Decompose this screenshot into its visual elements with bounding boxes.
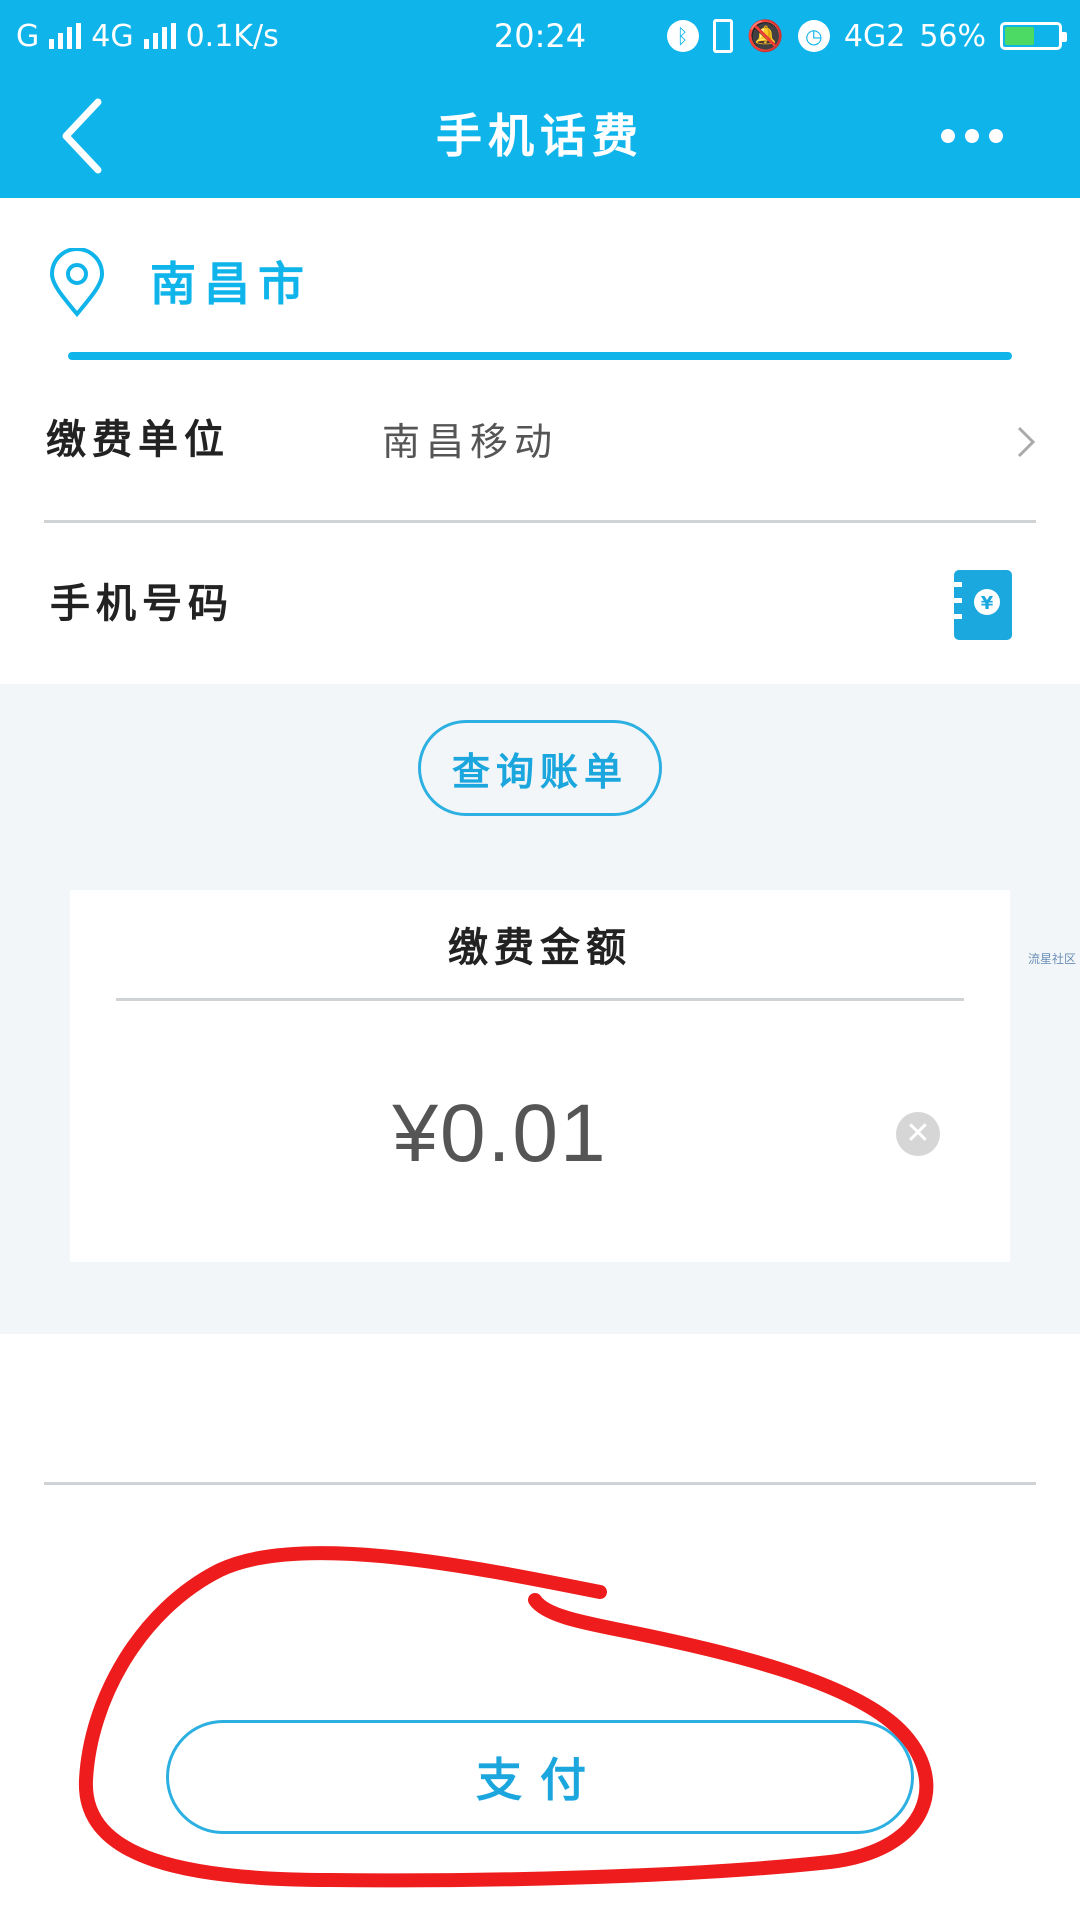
battery-percent: 56% bbox=[919, 18, 986, 54]
carrier2-label: 4G bbox=[91, 18, 134, 54]
carrier1-label: G bbox=[16, 18, 40, 54]
more-dots-icon[interactable] bbox=[932, 118, 1012, 154]
red-annotation-circle bbox=[78, 1546, 934, 1888]
status-bar-right: ᛒ 🔕 ◷ 4G2 56% bbox=[666, 12, 1067, 60]
back-button[interactable] bbox=[54, 96, 114, 176]
query-bill-button[interactable]: 查询账单 bbox=[418, 720, 662, 816]
row-divider bbox=[44, 520, 1036, 523]
city-name[interactable]: 南昌市 bbox=[150, 252, 312, 316]
payment-unit-label: 缴费单位 bbox=[46, 417, 230, 463]
phone-number-input[interactable] bbox=[382, 572, 922, 636]
phone-status-icon bbox=[712, 19, 733, 53]
payment-unit-value[interactable]: 南昌移动 bbox=[382, 412, 558, 472]
city-underline bbox=[68, 352, 1012, 360]
signal-icon bbox=[143, 23, 176, 49]
battery-icon bbox=[1000, 22, 1067, 50]
mute-bell-icon: 🔕 bbox=[746, 18, 784, 54]
contacts-book-icon[interactable]: ¥ bbox=[952, 568, 1014, 642]
watermark: 流星社区 bbox=[1028, 952, 1077, 966]
network-type: 4G2 bbox=[843, 18, 906, 54]
amount-divider bbox=[116, 998, 964, 1001]
location-pin-icon bbox=[49, 248, 105, 318]
chevron-right-icon[interactable] bbox=[1014, 424, 1038, 460]
alarm-icon: ◷ bbox=[797, 20, 830, 52]
phone-number-label: 手机号码 bbox=[50, 581, 234, 627]
network-speed: 0.1K/s bbox=[185, 18, 279, 54]
battery-fill bbox=[1005, 27, 1034, 45]
amount-title: 缴费金额 bbox=[448, 925, 632, 971]
bluetooth-icon: ᛒ bbox=[666, 20, 699, 52]
svg-text:¥: ¥ bbox=[981, 593, 994, 614]
bottom-divider bbox=[44, 1482, 1036, 1485]
status-time: 20:24 bbox=[493, 17, 587, 55]
clear-icon[interactable]: ✕ bbox=[896, 1112, 940, 1156]
amount-card: 缴费金额 ¥0.01 ✕ bbox=[70, 890, 1010, 1262]
amount-input[interactable]: ¥0.01 bbox=[70, 1084, 930, 1184]
back-arrow-icon bbox=[62, 98, 102, 174]
signal-icon bbox=[49, 23, 82, 49]
page-title: 手机话费 bbox=[436, 109, 644, 163]
status-bar-left: G 4G 0.1K/s bbox=[16, 12, 279, 60]
pay-button[interactable]: 支付 bbox=[166, 1720, 914, 1834]
